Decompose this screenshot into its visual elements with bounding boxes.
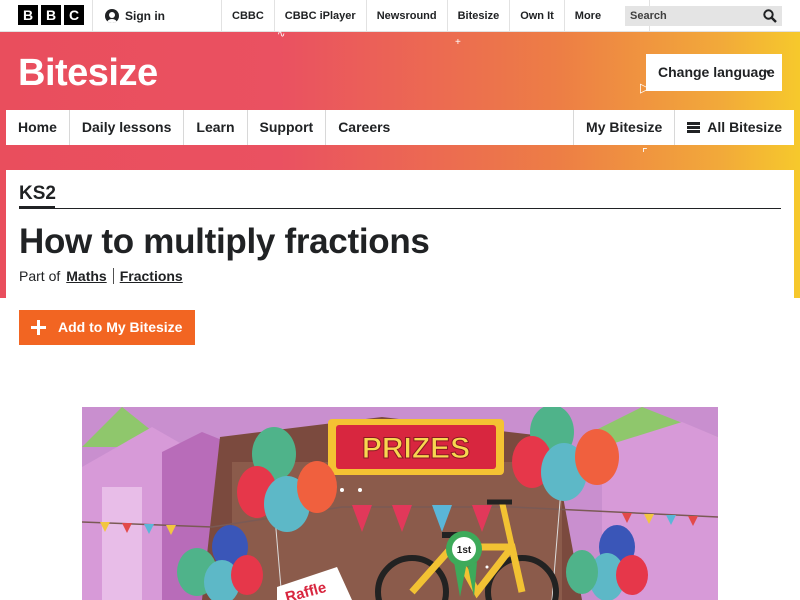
sign-in-link[interactable]: Sign in — [92, 0, 165, 32]
change-language-label: Change language — [658, 64, 775, 80]
nav-careers[interactable]: Careers — [326, 110, 402, 145]
bbc-global-nav: CBBC CBBC iPlayer Newsround Bitesize Own… — [221, 0, 650, 32]
chevron-down-icon: ▼ — [764, 68, 772, 77]
hamburger-menu-icon — [687, 122, 701, 133]
breadcrumb: Part of Maths Fractions — [19, 268, 183, 284]
sparkle-decoration-icon: + — [455, 37, 461, 48]
nav-daily-lessons[interactable]: Daily lessons — [70, 110, 185, 145]
bbc-logo-letter: B — [41, 5, 61, 25]
breadcrumb-maths-link[interactable]: Maths — [66, 268, 106, 284]
nav-cbbc[interactable]: CBBC — [221, 0, 274, 32]
nav-home[interactable]: Home — [6, 110, 70, 145]
nav-newsround[interactable]: Newsround — [365, 0, 447, 32]
nav-bitesize[interactable]: Bitesize — [446, 0, 510, 32]
search-icon[interactable] — [763, 9, 777, 23]
search-placeholder: Search — [630, 10, 667, 22]
level-underline — [19, 206, 55, 209]
add-to-my-bitesize-label: Add to My Bitesize — [58, 319, 183, 335]
search-input[interactable]: Search — [625, 6, 782, 26]
breadcrumb-separator — [112, 268, 114, 284]
nav-learn[interactable]: Learn — [184, 110, 248, 145]
sign-in-label: Sign in — [125, 9, 165, 23]
corner-decoration-icon: ⌜ — [642, 146, 648, 160]
breadcrumb-fractions-link[interactable]: Fractions — [120, 268, 183, 284]
level-divider — [19, 208, 781, 209]
fairground-prize-illustration: PRIZES 1st Raffle — [82, 407, 718, 600]
all-bitesize-label: All Bitesize — [707, 119, 782, 135]
squiggle-decoration-icon: ∿ — [277, 29, 286, 40]
prizes-sign: PRIZES — [362, 432, 470, 465]
nav-own-it[interactable]: Own It — [509, 0, 564, 32]
bitesize-logo[interactable]: Bitesize — [18, 52, 158, 95]
nav-my-bitesize[interactable]: My Bitesize — [573, 110, 676, 145]
level-label[interactable]: KS2 — [19, 183, 56, 205]
bbc-top-bar: B B C Sign in CBBC CBBC iPlayer Newsroun… — [0, 0, 800, 32]
all-bitesize-menu-button[interactable]: All Bitesize — [675, 110, 794, 145]
add-to-my-bitesize-button[interactable]: Add to My Bitesize — [19, 310, 195, 345]
plus-icon — [31, 320, 46, 335]
bbc-logo[interactable]: B B C — [18, 5, 84, 25]
bbc-logo-letter: B — [18, 5, 38, 25]
change-language-button[interactable]: Change language ▼ — [646, 54, 782, 91]
more-label: More — [574, 10, 602, 22]
bbc-logo-letter: C — [64, 5, 84, 25]
nav-support[interactable]: Support — [248, 110, 327, 145]
rosette-label: 1st — [457, 545, 472, 556]
part-of-label: Part of — [19, 268, 61, 284]
bitesize-main-nav: Home Daily lessons Learn Support Careers… — [6, 110, 794, 145]
account-icon — [105, 9, 119, 23]
nav-cbbc-iplayer[interactable]: CBBC iPlayer — [273, 0, 366, 32]
page-title: How to multiply fractions — [19, 222, 430, 261]
